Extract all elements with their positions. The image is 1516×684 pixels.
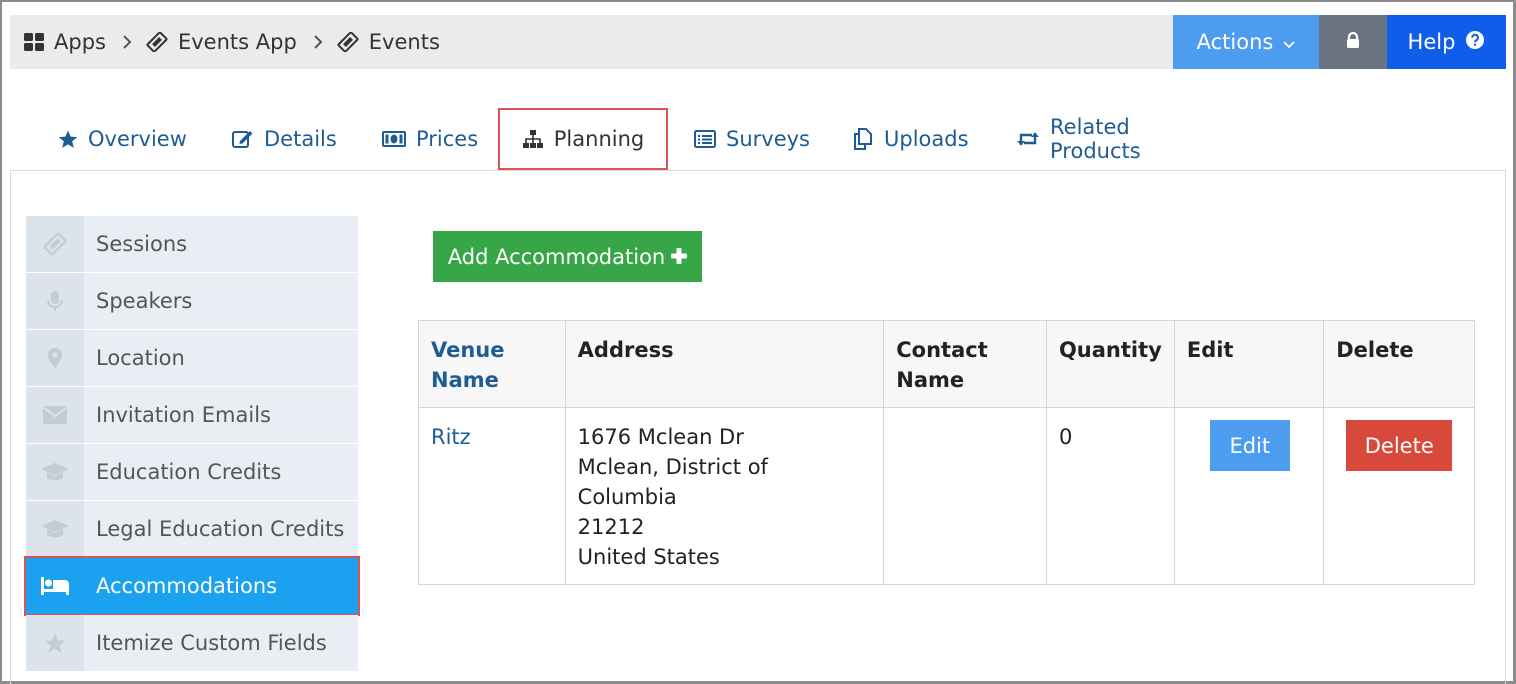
breadcrumb-label: Events App xyxy=(177,30,297,54)
sidebar-item-itemize-custom-fields[interactable]: Itemize Custom Fields xyxy=(26,615,358,671)
contact-name-header: Contact Name xyxy=(883,320,1047,408)
chevron-right-icon xyxy=(313,35,323,49)
breadcrumb-label: Events xyxy=(368,30,440,54)
sidebar-item-label: Speakers xyxy=(96,289,193,313)
lock-button[interactable] xyxy=(1319,15,1387,69)
tab-uploads[interactable]: Uploads xyxy=(852,108,969,170)
sidebar-item-education-credits[interactable]: Education Credits xyxy=(26,444,358,500)
help-button[interactable]: Help xyxy=(1387,15,1506,69)
graduation-cap-icon xyxy=(26,501,84,557)
address-line: 21212 xyxy=(577,515,645,539)
sidebar-item-label: Education Credits xyxy=(96,460,282,484)
sidebar-item-accommodations[interactable]: Accommodations xyxy=(24,556,360,616)
ticket-icon xyxy=(26,216,84,272)
sidebar-item-label: Invitation Emails xyxy=(96,403,271,427)
venue-name-cell[interactable]: Ritz xyxy=(418,407,566,585)
list-icon xyxy=(694,130,716,148)
tab-label: Details xyxy=(264,127,337,151)
address-cell: 1676 Mclean Dr Mclean, District of Colum… xyxy=(564,407,885,585)
edit-cell: Edit xyxy=(1173,407,1325,585)
add-accommodation-label: Add Accommodation xyxy=(447,244,666,269)
lock-icon xyxy=(1346,31,1360,53)
tab-label: Uploads xyxy=(884,127,969,151)
breadcrumb-events-app[interactable]: Events App xyxy=(146,30,297,54)
tab-label: Prices xyxy=(416,127,479,151)
breadcrumb: Apps Events App Events xyxy=(24,15,440,69)
venue-name-header[interactable]: Venue Name xyxy=(418,320,566,408)
microphone-icon xyxy=(26,273,84,329)
star-icon xyxy=(26,615,84,671)
map-marker-icon xyxy=(26,330,84,386)
tab-details[interactable]: Details xyxy=(232,108,337,170)
breadcrumb-events[interactable]: Events xyxy=(337,30,440,54)
sidebar-item-label: Itemize Custom Fields xyxy=(96,631,327,655)
tab-label: Overview xyxy=(88,127,187,151)
ticket-icon xyxy=(146,32,168,52)
sidebar-item-label: Location xyxy=(96,346,185,370)
bed-icon xyxy=(26,558,84,614)
star-icon xyxy=(58,130,78,149)
tab-label: Surveys xyxy=(726,127,810,151)
address-line: 1676 Mclean Dr xyxy=(577,425,744,449)
envelope-icon xyxy=(26,387,84,443)
chevron-right-icon xyxy=(122,35,132,49)
tab-surveys[interactable]: Surveys xyxy=(694,108,810,170)
sidebar-item-label: Legal Education Credits xyxy=(96,517,345,541)
money-icon xyxy=(382,131,406,147)
address-line: Mclean, District of Columbia xyxy=(577,455,768,509)
delete-button[interactable]: Delete xyxy=(1346,420,1453,471)
actions-dropdown-button[interactable]: Actions xyxy=(1173,15,1319,69)
edit-button[interactable]: Edit xyxy=(1209,420,1290,471)
sitemap-icon xyxy=(522,129,544,149)
address-header: Address xyxy=(564,320,885,408)
sidebar-item-label: Sessions xyxy=(96,232,188,256)
graduation-cap-icon xyxy=(26,444,84,500)
quantity-cell: 0 xyxy=(1045,407,1175,585)
sidebar-item-location[interactable]: Location xyxy=(26,330,358,386)
breadcrumb-apps[interactable]: Apps xyxy=(24,30,106,54)
tab-label: Planning xyxy=(553,127,645,151)
question-circle-icon xyxy=(1465,30,1485,55)
add-accommodation-button[interactable]: Add Accommodation xyxy=(433,231,702,282)
delete-header: Delete xyxy=(1323,320,1475,408)
sidebar-item-legal-education-credits[interactable]: Legal Education Credits xyxy=(26,501,358,557)
quantity-header: Quantity xyxy=(1045,320,1175,408)
copy-icon xyxy=(852,128,874,150)
table-header-row: Venue Name Address Contact Name Quantity… xyxy=(418,320,1475,408)
sidebar-item-speakers[interactable]: Speakers xyxy=(26,273,358,329)
accommodations-table: Venue Name Address Contact Name Quantity… xyxy=(418,320,1475,585)
tab-prices[interactable]: Prices xyxy=(382,108,478,170)
address-line: United States xyxy=(577,545,720,569)
tab-planning[interactable]: Planning xyxy=(498,108,668,170)
grid-icon xyxy=(24,33,44,51)
delete-cell: Delete xyxy=(1323,407,1475,585)
tab-overview[interactable]: Overview xyxy=(58,108,187,170)
ticket-icon xyxy=(337,32,359,52)
retweet-icon xyxy=(1016,130,1040,148)
tab-related-products[interactable]: Related Products xyxy=(1016,108,1141,170)
edit-icon xyxy=(232,129,254,149)
actions-label: Actions xyxy=(1196,30,1274,54)
tab-label: Related Products xyxy=(1050,115,1141,163)
chevron-down-icon xyxy=(1283,30,1295,54)
table-row: Ritz 1676 Mclean Dr Mclean, District of … xyxy=(418,407,1475,585)
edit-header: Edit xyxy=(1173,320,1325,408)
sidebar-item-invitation-emails[interactable]: Invitation Emails xyxy=(26,387,358,443)
sidebar-item-sessions[interactable]: Sessions xyxy=(26,216,358,272)
sidebar-item-label: Accommodations xyxy=(96,574,278,598)
help-label: Help xyxy=(1407,30,1456,54)
top-bar: Apps Events App Events Actions Help xyxy=(10,15,1506,69)
plus-icon xyxy=(671,245,688,269)
contact-name-cell xyxy=(883,407,1047,585)
breadcrumb-label: Apps xyxy=(54,30,106,54)
